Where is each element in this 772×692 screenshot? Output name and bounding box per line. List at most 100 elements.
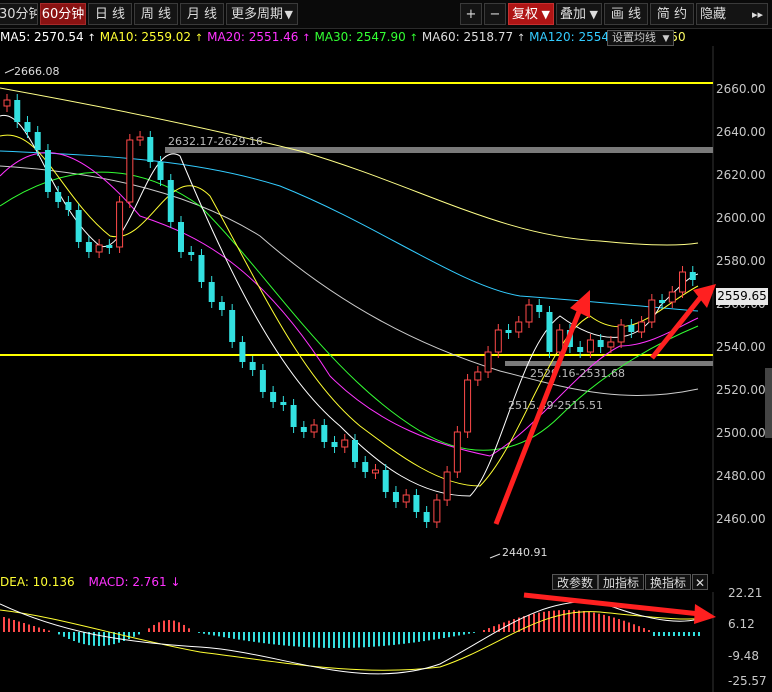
candle-body: [106, 245, 113, 248]
price-tick-label: 2600.00: [716, 211, 766, 225]
price-tick-label: 2500.00: [716, 426, 766, 440]
ma10-line: [0, 134, 699, 487]
candle-body: [44, 150, 51, 192]
candle-body: [494, 329, 502, 353]
chevron-down-icon: ▼: [541, 8, 550, 21]
candle-body: [556, 329, 564, 353]
candle-body: [24, 122, 31, 132]
candle-body: [65, 202, 72, 210]
candle-body: [679, 271, 687, 293]
candle-body: [433, 499, 441, 523]
candle-body: [597, 340, 604, 347]
tab-daily[interactable]: 日 线: [88, 3, 132, 25]
tab-weekly[interactable]: 周 线: [134, 3, 178, 25]
candle-body: [525, 304, 533, 323]
candle-body: [331, 442, 338, 447]
candle-body: [136, 136, 144, 141]
candle-body: [659, 300, 666, 303]
macd-histogram: [3, 610, 700, 648]
candle-body: [484, 351, 492, 373]
candle-body: [188, 252, 195, 255]
simple-mode-button[interactable]: 简 约: [650, 3, 694, 25]
zoom-out-button[interactable]: −: [484, 3, 506, 25]
candle-body: [689, 272, 696, 280]
macd-tick-label: -9.48: [728, 649, 760, 663]
price-tick-label: 2620.00: [716, 168, 766, 182]
ma60-label: MA60: 2518.77: [421, 30, 514, 44]
edit-params-button[interactable]: 改参数: [552, 574, 599, 590]
macd-legend: DEA: 10.136 MACD: 2.761 ↓: [0, 574, 181, 590]
candle-body: [321, 425, 328, 442]
band-middle-label: 2529.16-2531.68: [530, 367, 625, 380]
arrow-up-icon: ↑: [87, 33, 96, 44]
hide-button[interactable]: 隐藏 ▸▸: [696, 3, 768, 25]
ma20-label: MA20: 2551.46: [207, 30, 299, 44]
candle-body: [85, 242, 92, 252]
overlay-label: 叠加: [560, 7, 587, 22]
chevron-down-icon: ▼: [589, 8, 598, 21]
band-lower-label: 2515.49-2515.51: [508, 399, 603, 412]
period-toolbar: 30分钟 60分钟 日 线 周 线 月 线 更多周期 ▼ + − 复权 ▼ 叠加…: [0, 0, 772, 29]
candle-body: [352, 440, 358, 462]
macd-chart: [0, 592, 716, 692]
candle-body: [147, 137, 154, 162]
ma30-label: MA30: 2547.90: [314, 30, 406, 44]
overlay-button[interactable]: 叠加 ▼: [556, 3, 602, 25]
trend-arrow-3: [523, 592, 701, 617]
ma-legend: MA5: 2570.54 ↑ MA10: 2559.02 ↑ MA20: 255…: [0, 28, 686, 46]
restore-rights-label: 复权: [512, 7, 539, 22]
macd-tick-label: 6.12: [728, 617, 755, 631]
candle-body: [423, 512, 430, 522]
price-band-middle: [505, 361, 713, 366]
candle-body: [617, 324, 625, 343]
draw-line-button[interactable]: 画 线: [604, 3, 648, 25]
tab-more-periods[interactable]: 更多周期 ▼: [226, 3, 298, 25]
candle-body: [402, 494, 410, 503]
tab-monthly[interactable]: 月 线: [180, 3, 224, 25]
add-indicator-button[interactable]: 加指标: [598, 574, 645, 590]
candle-body: [413, 495, 420, 512]
candle-body: [474, 371, 482, 381]
candle-body: [464, 379, 472, 433]
restore-rights-button[interactable]: 复权 ▼: [508, 3, 554, 25]
candlesticks: [3, 94, 696, 528]
hide-label: 隐藏: [700, 7, 727, 22]
candle-body: [178, 222, 184, 252]
ma250-line: [0, 87, 699, 246]
candle-body: [126, 139, 134, 203]
candle-body: [577, 347, 584, 352]
tab-60min[interactable]: 60分钟: [40, 3, 86, 25]
candle-body: [95, 244, 103, 253]
candle-body: [505, 330, 512, 333]
ma10-label: MA10: 2559.02: [99, 30, 192, 44]
zoom-in-button[interactable]: +: [460, 3, 482, 25]
kline-chart[interactable]: 2666.08 2632.17-2629.16 2529.16-2531.68 …: [0, 46, 772, 574]
candle-body: [34, 132, 41, 150]
chevron-down-icon: ▼: [662, 34, 670, 44]
candle-body: [239, 342, 246, 362]
arrow-up-icon: ↑: [194, 33, 204, 44]
tab-30min[interactable]: 30分钟: [0, 3, 38, 25]
candle-body: [116, 201, 124, 248]
more-periods-label: 更多周期: [231, 7, 284, 22]
candle-body: [300, 427, 307, 432]
close-icon[interactable]: ✕: [692, 574, 708, 590]
arrow-up-icon: ↑: [302, 33, 311, 44]
price-tick-label: 2520.00: [716, 383, 766, 397]
low-price-label: 2440.91: [502, 546, 548, 559]
candle-body: [198, 255, 205, 282]
candle-body: [218, 302, 225, 310]
candle-body: [515, 321, 523, 333]
high-pointer: [4, 68, 15, 74]
candle-body: [259, 370, 266, 392]
ma-settings-button[interactable]: 设置均线 ▼: [607, 30, 675, 46]
scrollbar[interactable]: [765, 368, 772, 438]
band-upper-label: 2632.17-2629.16: [168, 135, 263, 148]
macd-tick-label: 22.21: [728, 586, 763, 600]
chevron-down-icon: ▼: [284, 8, 293, 21]
candle-body: [167, 180, 174, 222]
candle-body: [443, 471, 451, 501]
switch-indicator-button[interactable]: 换指标: [645, 574, 692, 590]
dea-label: DEA: 10.136: [0, 575, 75, 589]
candle-body: [453, 431, 461, 473]
